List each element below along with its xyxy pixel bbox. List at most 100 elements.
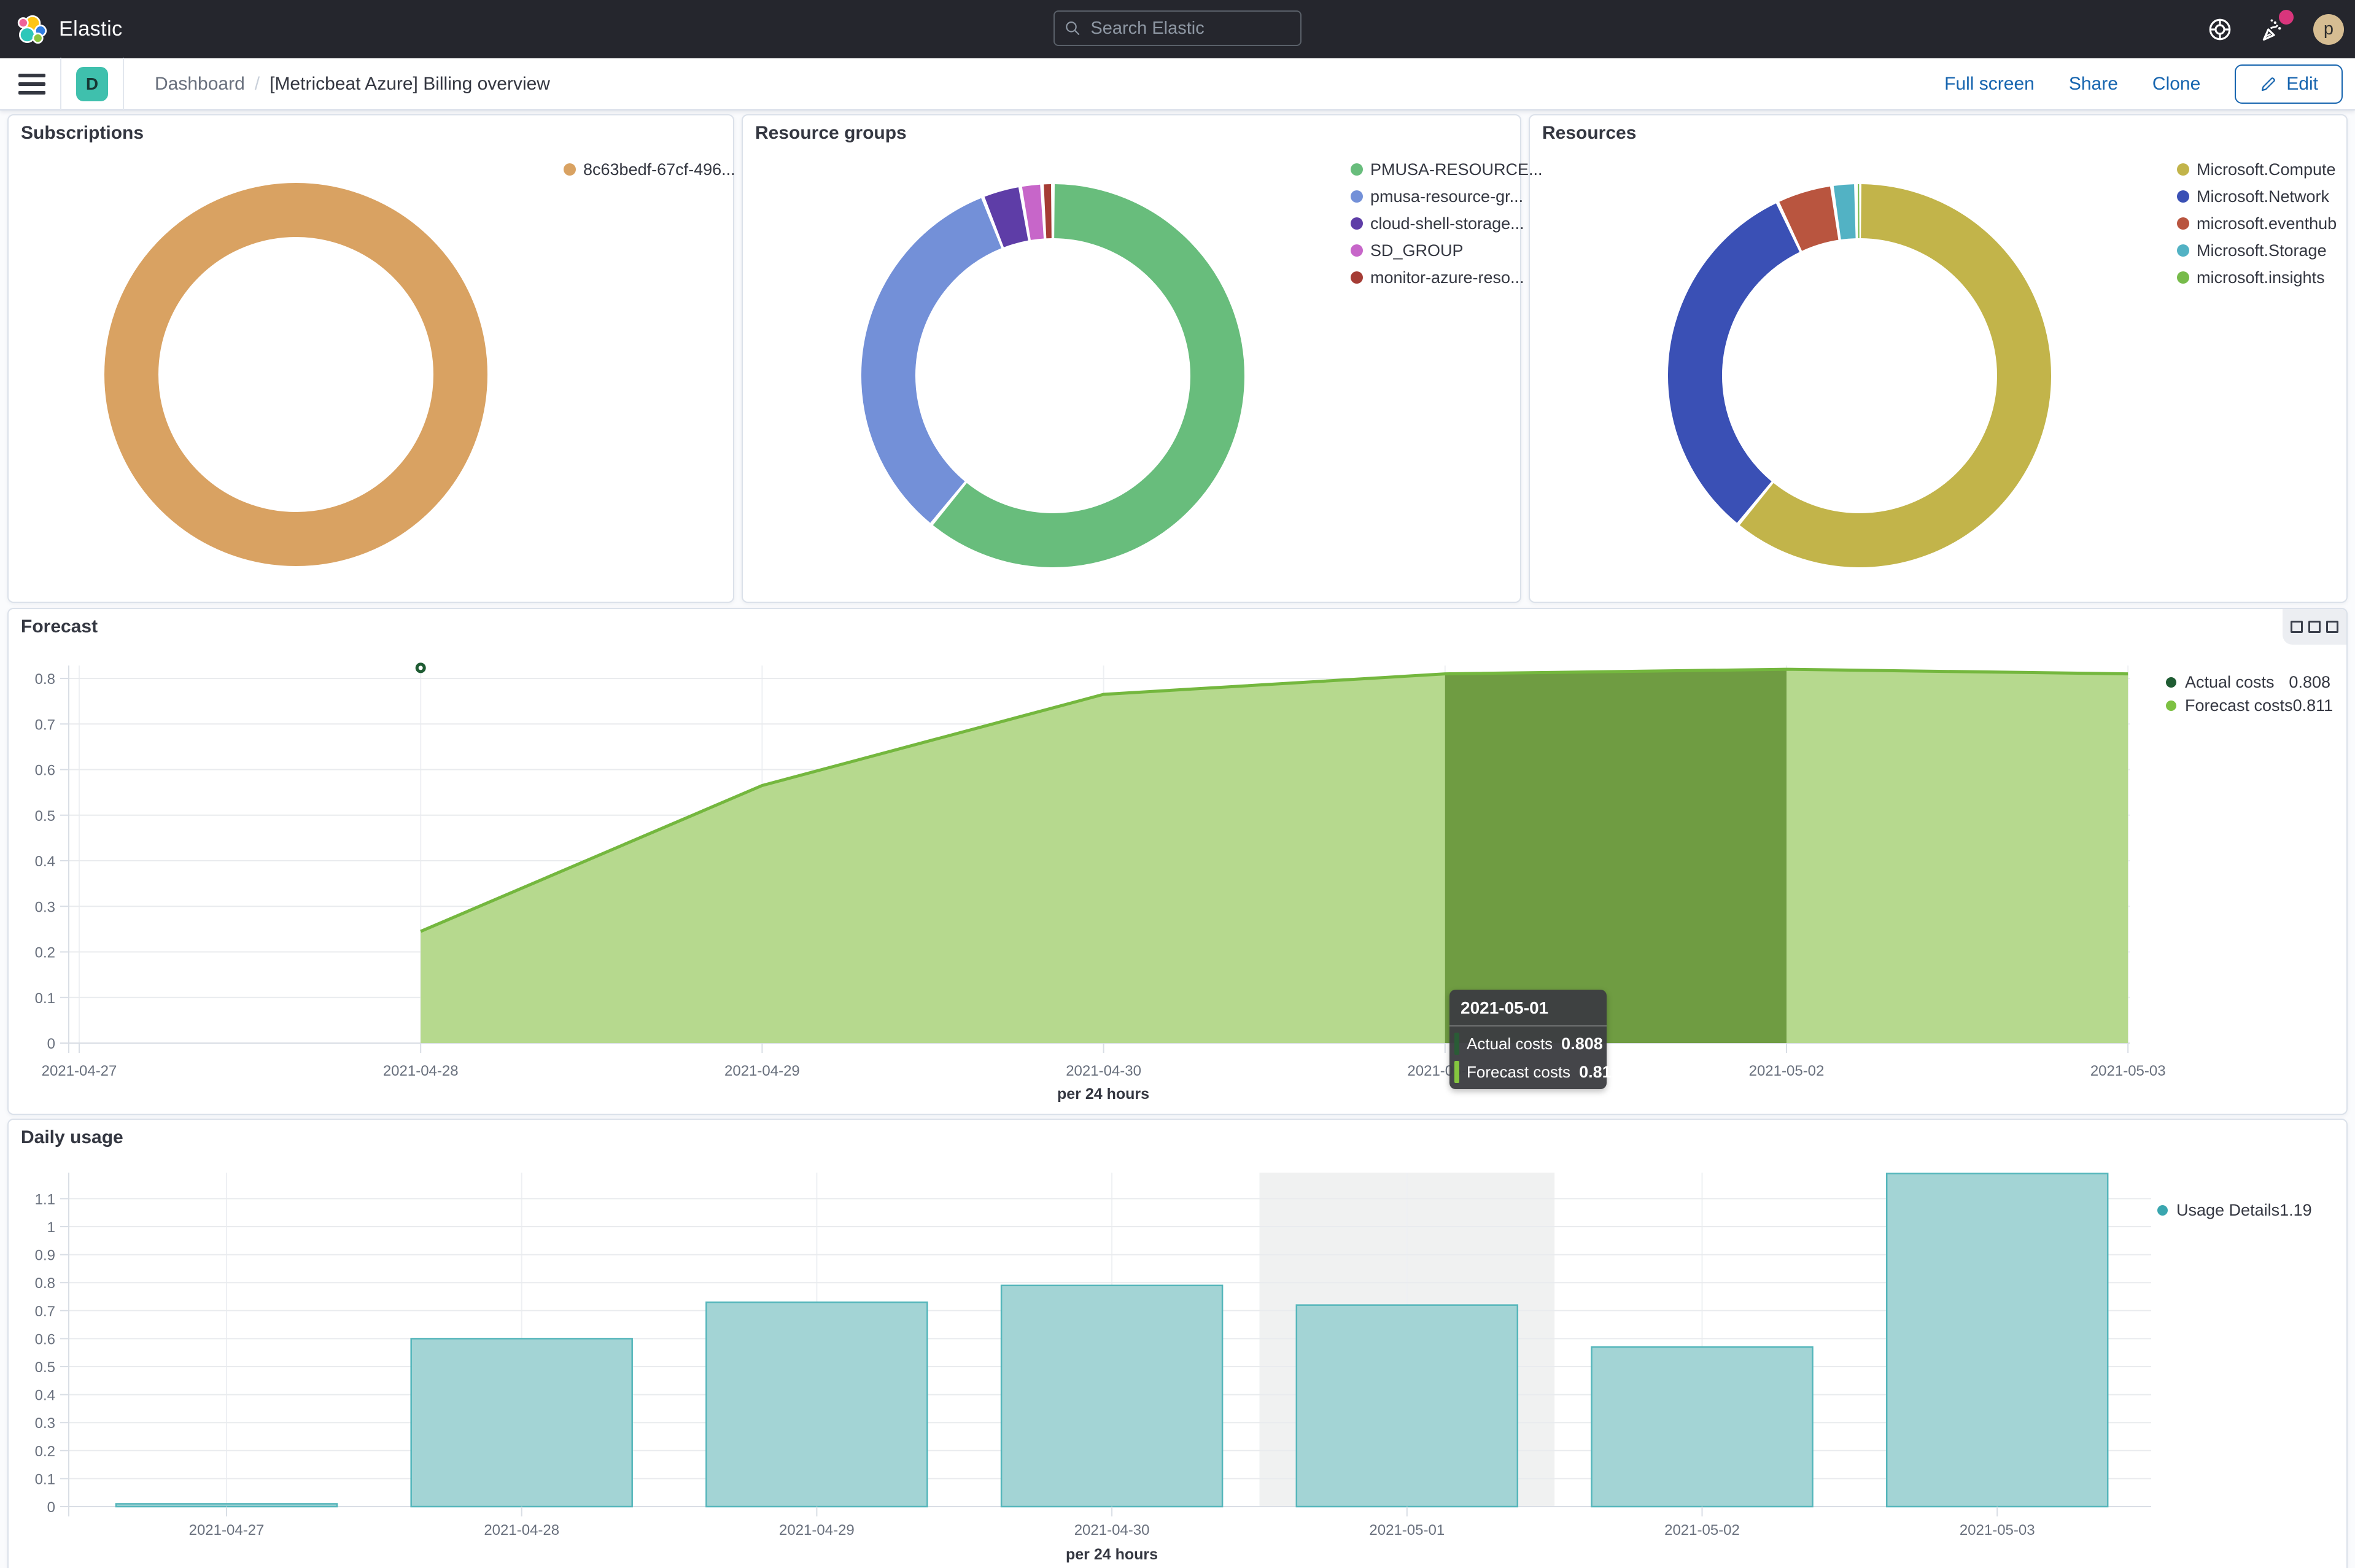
donut-slice[interactable] xyxy=(1663,179,2056,572)
elastic-logo[interactable]: Elastic xyxy=(17,14,123,45)
svg-text:0: 0 xyxy=(47,1499,55,1516)
donut-slice[interactable] xyxy=(856,179,1249,572)
elastic-logo-icon xyxy=(17,14,48,45)
usage-bar[interactable] xyxy=(1297,1305,1518,1507)
legend-swatch xyxy=(1351,163,1363,176)
panel-subscriptions: Subscriptions 8c63bedf-67cf-496... xyxy=(7,114,734,603)
svg-text:0.7: 0.7 xyxy=(35,1303,55,1320)
legend-item[interactable]: SD_GROUP xyxy=(1351,237,1543,264)
legend-item[interactable]: cloud-shell-storage... xyxy=(1351,210,1543,237)
legend-label: Microsoft.Network xyxy=(2197,187,2329,206)
tooltip-series-swatch xyxy=(1454,1033,1459,1055)
legend-item[interactable]: Forecast costs0.811 xyxy=(2166,694,2330,717)
svg-text:0.7: 0.7 xyxy=(35,716,55,733)
svg-text:0.1: 0.1 xyxy=(35,990,55,1007)
svg-text:per 24 hours: per 24 hours xyxy=(1066,1546,1158,1563)
legend-swatch xyxy=(2177,217,2189,230)
legend-swatch xyxy=(2157,1205,2168,1216)
usage-bar[interactable] xyxy=(1001,1286,1222,1507)
legend-item[interactable]: 8c63bedf-67cf-496... xyxy=(564,156,735,183)
legend-value: 0.808 xyxy=(2289,673,2330,692)
svg-text:per 24 hours: per 24 hours xyxy=(1057,1085,1149,1103)
legend-swatch xyxy=(1351,217,1363,230)
user-avatar[interactable]: p xyxy=(2313,14,2344,45)
newsfeed-button[interactable] xyxy=(2259,15,2289,44)
svg-text:0.2: 0.2 xyxy=(35,1443,55,1460)
tooltip-row: Forecast costs0.811 xyxy=(1454,1061,1598,1083)
legend-label: pmusa-resource-gr... xyxy=(1370,187,1523,206)
legend-swatch xyxy=(2166,701,2176,711)
donut-slice[interactable] xyxy=(1663,179,2056,572)
legend-value: 0.811 xyxy=(2293,696,2334,715)
usage-bar[interactable] xyxy=(116,1504,337,1507)
legend-swatch xyxy=(1351,190,1363,203)
panel-options-button[interactable] xyxy=(2283,609,2346,645)
svg-text:0.3: 0.3 xyxy=(35,1415,55,1432)
tooltip-row: Actual costs0.808 xyxy=(1454,1033,1598,1055)
svg-text:2021-05-03: 2021-05-03 xyxy=(2090,1063,2166,1079)
legend-item[interactable]: Microsoft.Network xyxy=(2177,183,2337,210)
legend-item[interactable]: pmusa-resource-gr... xyxy=(1351,183,1543,210)
legend-label: cloud-shell-storage... xyxy=(1370,214,1524,233)
chart-tooltip: 2021-05-01 Actual costs0.808Forecast cos… xyxy=(1449,990,1607,1089)
tooltip-series-value: 0.811 xyxy=(1570,1063,1620,1082)
legend-item[interactable]: Actual costs0.808 xyxy=(2166,670,2330,694)
legend-label: Usage Details xyxy=(2176,1201,2279,1220)
legend-item[interactable]: Microsoft.Storage xyxy=(2177,237,2337,264)
tooltip-series-label: Forecast costs xyxy=(1467,1063,1570,1082)
panel-title: Resource groups xyxy=(755,123,907,144)
hamburger-icon xyxy=(18,74,45,77)
divider xyxy=(60,58,61,110)
usage-bar[interactable] xyxy=(1887,1173,2108,1507)
legend-label: PMUSA-RESOURCE... xyxy=(1370,160,1543,179)
legend-item[interactable]: microsoft.eventhub xyxy=(2177,210,2337,237)
subscriptions-donut-chart[interactable] xyxy=(99,178,492,571)
forecast-area-chart[interactable]: 00.10.20.30.40.50.60.70.82021-04-272021-… xyxy=(9,609,2346,1114)
svg-text:2021-05-02: 2021-05-02 xyxy=(1749,1063,1825,1079)
help-menu-button[interactable] xyxy=(2205,15,2235,44)
svg-text:2021-04-27: 2021-04-27 xyxy=(189,1522,265,1539)
resource-groups-legend: PMUSA-RESOURCE... pmusa-resource-gr... clo… xyxy=(1351,156,1543,291)
clone-button[interactable]: Clone xyxy=(2152,74,2200,95)
usage-bar[interactable] xyxy=(411,1338,632,1507)
daily-usage-legend: Usage Details1.19 xyxy=(2157,1198,2311,1222)
breadcrumb-separator: / xyxy=(255,74,260,95)
usage-bar[interactable] xyxy=(706,1302,927,1507)
share-button[interactable]: Share xyxy=(2069,74,2118,95)
legend-item[interactable]: PMUSA-RESOURCE... xyxy=(1351,156,1543,183)
navbar-right: p xyxy=(2205,0,2344,58)
svg-text:1.1: 1.1 xyxy=(35,1191,55,1208)
edit-button[interactable]: Edit xyxy=(2235,64,2343,104)
search-input[interactable] xyxy=(1089,18,1290,39)
donut-slice[interactable] xyxy=(856,179,1249,572)
legend-value: 1.19 xyxy=(2279,1201,2312,1220)
legend-swatch xyxy=(1351,244,1363,257)
life-ring-icon xyxy=(2207,17,2233,42)
legend-item[interactable]: Microsoft.Compute xyxy=(2177,156,2337,183)
legend-item[interactable]: microsoft.insights xyxy=(2177,264,2337,291)
global-search[interactable] xyxy=(1053,10,1302,46)
legend-item[interactable]: Usage Details1.19 xyxy=(2157,1198,2311,1222)
legend-label: microsoft.insights xyxy=(2197,268,2325,287)
svg-text:2021-04-30: 2021-04-30 xyxy=(1074,1522,1150,1539)
resources-donut-chart[interactable] xyxy=(1663,179,2056,572)
space-badge[interactable]: D xyxy=(76,67,108,101)
daily-usage-bar-chart[interactable]: 00.10.20.30.40.50.60.70.80.911.12021-04-… xyxy=(9,1120,2346,1568)
svg-text:0.5: 0.5 xyxy=(35,1359,55,1376)
panel-daily-usage: Daily usage 00.10.20.30.40.50.60.70.80.9… xyxy=(7,1119,2348,1568)
svg-text:0: 0 xyxy=(47,1036,55,1052)
menu-toggle-button[interactable] xyxy=(18,74,45,95)
dashboard-actions: Full screen Share Clone Edit xyxy=(1944,64,2355,104)
legend-label: SD_GROUP xyxy=(1370,241,1464,260)
svg-text:2021-05-02: 2021-05-02 xyxy=(1664,1522,1740,1539)
panel-resource-groups: Resource groups PMUSA-RESOURCE...pmusa-r… xyxy=(742,114,1521,603)
donut-slice[interactable] xyxy=(131,210,460,539)
svg-text:2021-04-29: 2021-04-29 xyxy=(779,1522,855,1539)
panel-options-icon xyxy=(2291,621,2303,633)
breadcrumb-dashboard-link[interactable]: Dashboard xyxy=(155,74,245,95)
resource-groups-donut-chart[interactable] xyxy=(856,179,1249,572)
full-screen-button[interactable]: Full screen xyxy=(1944,74,2035,95)
forecast-legend: Actual costs0.808Forecast costs0.811 xyxy=(2166,670,2330,717)
legend-item[interactable]: monitor-azure-reso... xyxy=(1351,264,1543,291)
usage-bar[interactable] xyxy=(1592,1347,1813,1507)
